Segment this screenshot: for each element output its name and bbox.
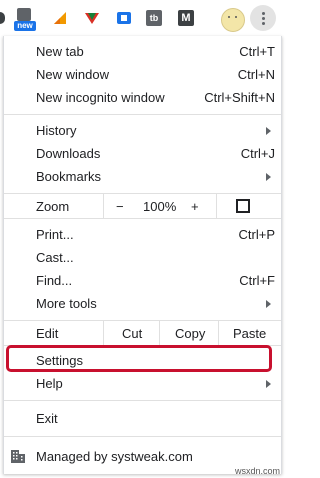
edit-divider bbox=[218, 321, 219, 345]
menu-item-label: Help bbox=[36, 376, 63, 391]
cut-button[interactable]: Cut bbox=[122, 326, 142, 341]
menu-item-label: Exit bbox=[36, 411, 58, 426]
menu-item-shortcut: Ctrl+F bbox=[239, 273, 275, 288]
submenu-arrow-icon bbox=[266, 173, 271, 181]
menu-item-new-tab[interactable]: New tab Ctrl+T bbox=[4, 40, 281, 63]
menu-item-shortcut: Ctrl+J bbox=[240, 146, 275, 161]
menu-item-shortcut: Ctrl+P bbox=[238, 227, 275, 242]
menu-item-shortcut: Ctrl+N bbox=[237, 67, 275, 82]
menu-item-new-incognito-window[interactable]: New incognito window Ctrl+Shift+N bbox=[4, 86, 281, 109]
managed-by-label: Managed by systweak.com bbox=[36, 449, 193, 464]
zoom-divider bbox=[103, 194, 104, 218]
fullscreen-icon[interactable] bbox=[236, 199, 250, 213]
blue-extension-icon[interactable] bbox=[116, 10, 132, 26]
red-green-arrow-extension-icon[interactable] bbox=[84, 10, 100, 26]
menu-item-label: Bookmarks bbox=[36, 169, 102, 184]
zoom-level-value: 100% bbox=[143, 199, 177, 214]
submenu-arrow-icon bbox=[266, 127, 271, 135]
zoom-label: Zoom bbox=[36, 199, 70, 214]
managed-by-notice[interactable]: Managed by systweak.com bbox=[4, 445, 281, 468]
kebab-dot-icon bbox=[262, 22, 265, 25]
menu-item-label: More tools bbox=[36, 296, 97, 311]
edit-divider bbox=[103, 321, 104, 345]
menu-item-label: History bbox=[36, 123, 77, 138]
orange-flag-extension-icon[interactable] bbox=[52, 10, 68, 26]
settings-highlight-box bbox=[6, 345, 272, 372]
menu-separator bbox=[4, 436, 281, 437]
tb-extension-text: tb bbox=[149, 13, 159, 23]
menu-item-label: Print... bbox=[36, 227, 74, 242]
menu-item-shortcut: Ctrl+Shift+N bbox=[204, 90, 275, 105]
edit-row: Edit Cut Copy Paste bbox=[4, 321, 281, 345]
menu-item-bookmarks[interactable]: Bookmarks bbox=[4, 165, 281, 188]
zoom-row: Zoom − 100% + bbox=[4, 194, 281, 218]
m-extension-icon[interactable]: M bbox=[178, 10, 194, 26]
zoom-out-button[interactable]: − bbox=[116, 199, 124, 214]
menu-item-label: New incognito window bbox=[36, 90, 165, 105]
profile-avatar[interactable] bbox=[221, 8, 245, 32]
submenu-arrow-icon bbox=[266, 380, 271, 388]
menu-item-find[interactable]: Find... Ctrl+F bbox=[4, 269, 281, 292]
submenu-arrow-icon bbox=[266, 300, 271, 308]
menu-item-label: Downloads bbox=[36, 146, 101, 161]
m-extension-text: M bbox=[181, 12, 191, 24]
menu-item-label: New tab bbox=[36, 44, 84, 59]
browser-toolbar: new tb M bbox=[0, 0, 286, 36]
copy-button[interactable]: Copy bbox=[175, 326, 205, 341]
menu-item-label: Find... bbox=[36, 273, 73, 288]
edit-divider bbox=[159, 321, 160, 345]
menu-item-label: Cast... bbox=[36, 250, 74, 265]
chrome-menu-button[interactable] bbox=[250, 5, 276, 31]
menu-separator bbox=[4, 114, 281, 115]
zoom-divider bbox=[216, 194, 217, 218]
new-badge-extension-icon[interactable]: new bbox=[14, 8, 36, 31]
menu-item-history[interactable]: History bbox=[4, 119, 281, 142]
menu-item-more-tools[interactable]: More tools bbox=[4, 292, 281, 315]
tb-extension-icon[interactable]: tb bbox=[146, 10, 162, 26]
new-badge: new bbox=[14, 21, 36, 31]
menu-item-new-window[interactable]: New window Ctrl+N bbox=[4, 63, 281, 86]
paste-button[interactable]: Paste bbox=[233, 326, 266, 341]
kebab-dot-icon bbox=[262, 12, 265, 15]
toolbar-edge-icon bbox=[0, 12, 5, 24]
watermark-text: wsxdn.com bbox=[234, 466, 280, 476]
menu-item-cast[interactable]: Cast... bbox=[4, 246, 281, 269]
menu-separator bbox=[4, 218, 281, 219]
menu-item-help[interactable]: Help bbox=[4, 372, 281, 395]
menu-separator bbox=[4, 400, 281, 401]
menu-item-print[interactable]: Print... Ctrl+P bbox=[4, 223, 281, 246]
menu-item-shortcut: Ctrl+T bbox=[239, 44, 275, 59]
zoom-in-button[interactable]: + bbox=[191, 199, 199, 214]
menu-item-downloads[interactable]: Downloads Ctrl+J bbox=[4, 142, 281, 165]
menu-item-exit[interactable]: Exit bbox=[4, 407, 281, 430]
menu-item-label: New window bbox=[36, 67, 109, 82]
kebab-dot-icon bbox=[262, 17, 265, 20]
edit-label: Edit bbox=[36, 326, 59, 341]
chrome-main-menu: New tab Ctrl+T New window Ctrl+N New inc… bbox=[3, 36, 282, 474]
